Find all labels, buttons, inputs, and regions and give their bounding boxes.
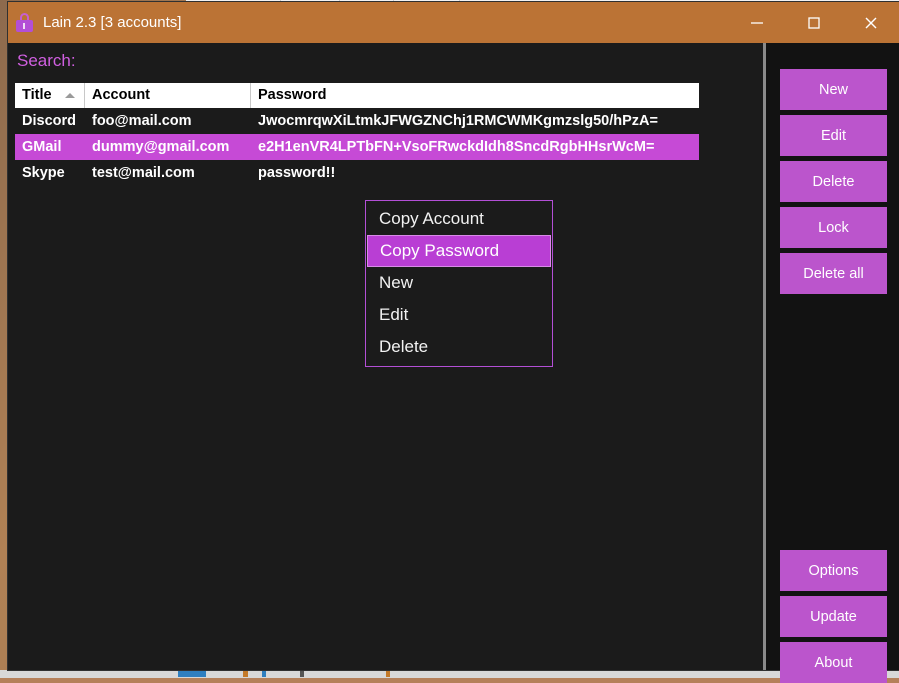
window-title: Lain 2.3 [3 accounts] xyxy=(43,14,181,31)
padlock-icon xyxy=(16,13,33,32)
taskbar-item[interactable] xyxy=(178,671,206,677)
cell-title: GMail xyxy=(15,134,85,160)
sidebar-button-pane: New Edit Delete Lock Delete all Options … xyxy=(766,43,899,670)
search-bar: Search: xyxy=(8,43,763,79)
cell-account: dummy@gmail.com xyxy=(85,134,251,160)
table-row[interactable]: GMail dummy@gmail.com e2H1enVR4LPTbFN+Vs… xyxy=(15,134,699,160)
accounts-table: Title Account Password Discord foo@mail.… xyxy=(15,83,699,670)
search-label: Search: xyxy=(17,51,76,71)
taskbar-item[interactable] xyxy=(386,671,390,677)
taskbar-item[interactable] xyxy=(243,671,248,677)
context-menu-item-copy-password[interactable]: Copy Password xyxy=(367,235,551,267)
left-pane: Search: Title Account Password Discord f… xyxy=(8,43,766,670)
column-header-password[interactable]: Password xyxy=(251,83,699,108)
window-body: Search: Title Account Password Discord f… xyxy=(8,43,899,670)
cell-account: foo@mail.com xyxy=(85,108,251,134)
lain-main-window: Lain 2.3 [3 accounts] Search: xyxy=(8,2,899,670)
search-input[interactable] xyxy=(84,49,753,73)
column-header-title-label: Title xyxy=(22,87,52,103)
close-icon[interactable] xyxy=(842,2,899,43)
table-row[interactable]: Discord foo@mail.com JwocmrqwXiLtmkJFWGZ… xyxy=(15,108,699,134)
context-menu-item-edit[interactable]: Edit xyxy=(366,299,552,331)
cell-account: test@mail.com xyxy=(85,160,251,186)
new-button[interactable]: New xyxy=(780,69,887,110)
cell-title: Skype xyxy=(15,160,85,186)
lock-button[interactable]: Lock xyxy=(780,207,887,248)
table-row[interactable]: Skype test@mail.com password!! xyxy=(15,160,699,186)
context-menu-item-delete[interactable]: Delete xyxy=(366,331,552,363)
update-button[interactable]: Update xyxy=(780,596,887,637)
taskbar-item[interactable] xyxy=(262,671,266,677)
column-header-account[interactable]: Account xyxy=(85,83,251,108)
minimize-icon[interactable] xyxy=(728,2,785,43)
delete-all-button[interactable]: Delete all xyxy=(780,253,887,294)
taskbar-item[interactable] xyxy=(300,671,304,677)
cell-password: JwocmrqwXiLtmkJFWGZNChj1RMCWMKgmzslg50/h… xyxy=(251,108,699,134)
edit-button[interactable]: Edit xyxy=(780,115,887,156)
cell-password: password!! xyxy=(251,160,699,186)
cell-password: e2H1enVR4LPTbFN+VsoFRwckdIdh8SncdRgbHHsr… xyxy=(251,134,699,160)
maximize-icon[interactable] xyxy=(785,2,842,43)
options-button[interactable]: Options xyxy=(780,550,887,591)
context-menu-item-new[interactable]: New xyxy=(366,267,552,299)
about-button[interactable]: About xyxy=(780,642,887,683)
title-bar[interactable]: Lain 2.3 [3 accounts] xyxy=(8,2,899,43)
column-header-title[interactable]: Title xyxy=(15,83,85,108)
title-bar-left: Lain 2.3 [3 accounts] xyxy=(8,13,181,32)
context-menu-item-copy-account[interactable]: Copy Account xyxy=(366,203,552,235)
background-taskbar[interactable] xyxy=(0,670,899,678)
window-controls xyxy=(728,2,899,43)
delete-button[interactable]: Delete xyxy=(780,161,887,202)
sort-ascending-icon xyxy=(65,93,75,98)
context-menu: Copy Account Copy Password New Edit Dele… xyxy=(365,200,553,367)
cell-title: Discord xyxy=(15,108,85,134)
table-header-row: Title Account Password xyxy=(15,83,699,108)
